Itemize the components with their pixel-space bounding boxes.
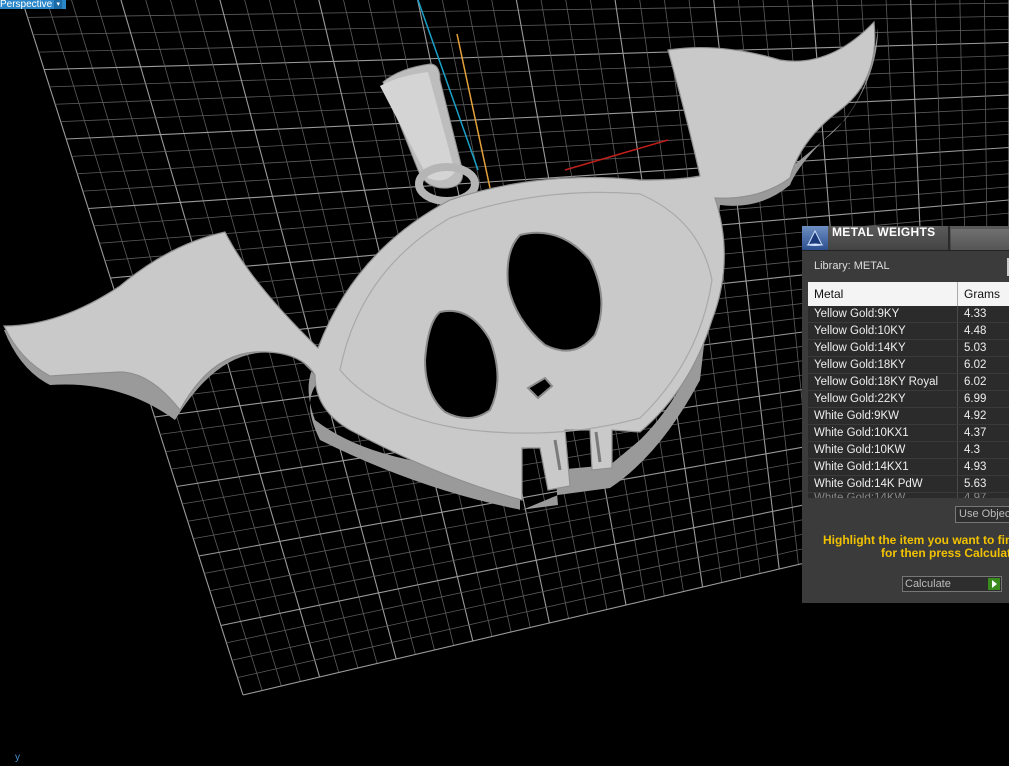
viewport-view-label[interactable]: Perspective ▾ — [0, 0, 67, 10]
panel-header: METAL WEIGHTS — [802, 226, 1009, 251]
library-label: Library: METAL — [814, 260, 890, 272]
play-icon[interactable] — [988, 578, 1000, 590]
metal-weights-table[interactable]: Metal Grams Yellow Gold:9KY 4.33 Yellow Go… — [808, 282, 1009, 499]
panel-title: METAL WEIGHTS — [832, 226, 936, 239]
table-row[interactable]: White Gold:14K PdW 5.63 — [808, 476, 1009, 493]
table-row[interactable]: White Gold:9KW 4.92 — [808, 408, 1009, 425]
column-header-metal[interactable]: Metal — [808, 282, 958, 306]
use-object-button[interactable]: Use Object — [955, 506, 1009, 523]
metal-name-cell: White Gold:9KW — [808, 408, 958, 424]
chevron-down-icon[interactable]: ▾ — [54, 0, 63, 9]
grams-cell: 4.97 — [964, 493, 987, 499]
table-row[interactable]: Yellow Gold:18KY 6.02 — [808, 357, 1009, 374]
panel-divider — [948, 226, 950, 250]
metal-name-cell: Yellow Gold:14KY — [808, 340, 958, 356]
axis-indicator: y — [15, 752, 20, 763]
table-header: Metal Grams — [808, 282, 1009, 306]
metal-name-cell: White Gold:10KX1 — [808, 425, 958, 441]
panel-tab[interactable] — [951, 229, 1009, 250]
grams-cell: 4.92 — [964, 410, 987, 422]
calculate-control[interactable]: Calculate — [902, 576, 1002, 592]
table-row[interactable]: Yellow Gold:10KY 4.48 — [808, 323, 1009, 340]
metal-name-cell: White Gold:14KX1 — [808, 459, 958, 475]
instruction-line-2: for then press Calculate — [881, 546, 1009, 560]
table-row[interactable]: Yellow Gold:14KY 5.03 — [808, 340, 1009, 357]
metal-name-cell: White Gold:10KW — [808, 442, 958, 458]
metal-name-cell: Yellow Gold:10KY — [808, 323, 958, 339]
grams-cell: 6.02 — [964, 359, 987, 371]
grams-cell: 6.99 — [964, 393, 987, 405]
metal-name-cell: Yellow Gold:22KY — [808, 391, 958, 407]
grams-cell: 5.03 — [964, 342, 987, 354]
table-row[interactable]: White Gold:10KX1 4.37 — [808, 425, 1009, 442]
table-row[interactable]: Yellow Gold:9KY 4.33 — [808, 306, 1009, 323]
metal-name-cell: Yellow Gold:18KY Royal — [808, 374, 958, 390]
wizard-hat-icon — [802, 226, 828, 250]
table-row[interactable]: White Gold:10KW 4.3 — [808, 442, 1009, 459]
view-name: Perspective — [0, 0, 53, 10]
grams-cell: 4.37 — [964, 427, 987, 439]
metal-name-cell: White Gold:14KW — [808, 493, 958, 498]
column-header-grams[interactable]: Grams — [958, 282, 1009, 306]
grams-cell: 4.3 — [964, 444, 980, 456]
table-row[interactable]: White Gold:14KX1 4.93 — [808, 459, 1009, 476]
grams-cell: 6.02 — [964, 376, 987, 388]
grams-cell: 5.63 — [964, 478, 987, 490]
metal-name-cell: Yellow Gold:9KY — [808, 306, 958, 322]
grams-cell: 4.48 — [964, 325, 987, 337]
grams-cell: 4.93 — [964, 461, 987, 473]
grams-cell: 4.33 — [964, 308, 987, 320]
calculate-label: Calculate — [905, 578, 951, 590]
metal-weights-panel: METAL WEIGHTS Library: METAL Metal Grams… — [802, 226, 1009, 603]
table-row[interactable]: Yellow Gold:18KY Royal 6.02 — [808, 374, 1009, 391]
metal-name-cell: White Gold:14K PdW — [808, 476, 958, 492]
table-row[interactable]: Yellow Gold:22KY 6.99 — [808, 391, 1009, 408]
table-body: Yellow Gold:9KY 4.33 Yellow Gold:10KY 4.48 Y… — [808, 306, 1009, 499]
table-row[interactable]: White Gold:14KW 4.97 — [808, 493, 1009, 499]
metal-name-cell: Yellow Gold:18KY — [808, 357, 958, 373]
